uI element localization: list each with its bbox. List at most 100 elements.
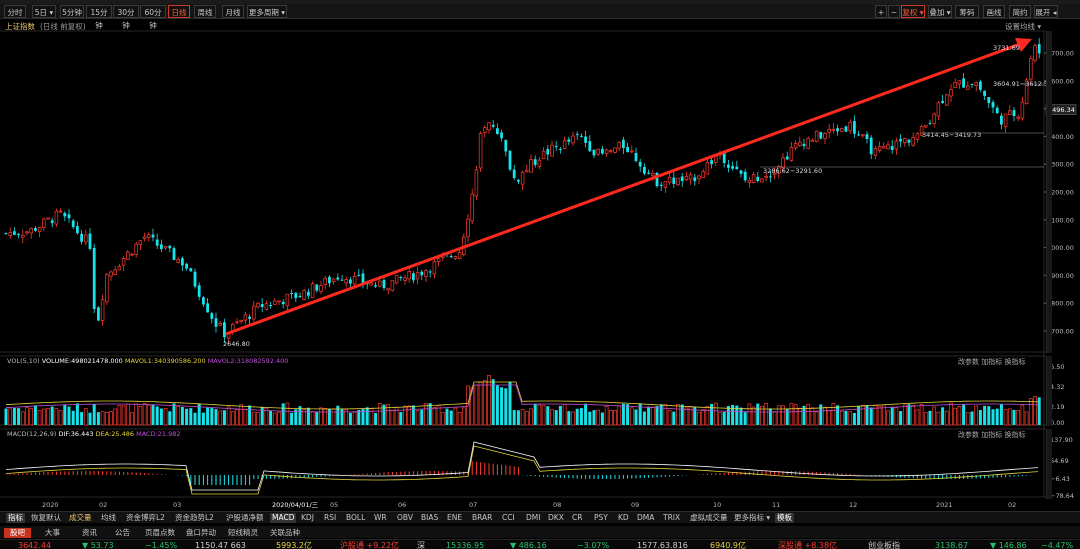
volume-bar <box>957 406 962 426</box>
indicator-tab[interactable]: BOLL <box>346 513 365 523</box>
chart-title: 上证指数 <box>5 22 35 31</box>
volume-bar <box>41 408 46 426</box>
macd-scrollbar[interactable] <box>1046 429 1052 499</box>
candle-body-up <box>58 210 63 213</box>
indicator-tab[interactable]: DMA <box>637 513 654 523</box>
indicator-tab[interactable]: KD <box>618 513 629 523</box>
candle-body-down <box>71 220 75 228</box>
indicator-tab[interactable]: KDJ <box>301 513 314 523</box>
volume-bar <box>113 408 118 426</box>
macd-actions[interactable]: 改参数 加指标 换指标 <box>958 430 1025 440</box>
indicator-tab[interactable]: 虚拟成交量 <box>690 513 728 523</box>
volume-bar <box>839 410 844 426</box>
price-scrollbar[interactable] <box>1046 31 1052 353</box>
macd-bar <box>34 472 36 475</box>
candle-body-down <box>412 273 415 281</box>
volume-bar <box>836 405 840 425</box>
indicator-tab[interactable]: WR <box>374 513 387 523</box>
time-axis-label: 10 <box>713 501 721 509</box>
candle-body-up <box>344 279 348 284</box>
indicator-tab[interactable]: 更多指标 ▾ <box>734 513 770 523</box>
indicator-tab[interactable]: 模板 <box>775 513 794 523</box>
indicator-tab[interactable]: MACD <box>270 513 297 523</box>
indicator-tab[interactable]: DMI <box>526 513 540 523</box>
indicator-tab[interactable]: 资金博弈L2 <box>126 513 165 523</box>
macd-bar <box>148 473 150 475</box>
info-tab[interactable]: 短线精灵 <box>228 528 258 538</box>
indicator-tab[interactable]: PSY <box>594 513 608 523</box>
info-tab[interactable]: 股吧 <box>4 528 31 538</box>
candle-body-down <box>899 138 902 142</box>
info-tab[interactable]: 大事 <box>45 528 60 538</box>
ma-settings-button[interactable]: 设置均线 ▾ <box>1005 21 1041 32</box>
volume-bar <box>33 405 37 425</box>
macd-bar <box>110 471 112 475</box>
macd-bar <box>102 471 104 475</box>
indicator-tab[interactable]: OBV <box>397 513 413 523</box>
indicator-tab[interactable]: DKX <box>548 513 564 523</box>
volume-scrollbar[interactable] <box>1046 356 1052 426</box>
macd-bar <box>81 471 83 475</box>
indicator-tab[interactable]: CR <box>572 513 582 523</box>
candle-body-up <box>814 130 819 142</box>
macd-bar <box>358 474 360 475</box>
volume-bar <box>823 406 827 426</box>
indicator-tab[interactable]: TRIX <box>663 513 680 523</box>
macd-bar <box>379 472 381 475</box>
candle-body-down <box>769 176 772 178</box>
indicator-tab[interactable]: 恢复默认 <box>31 513 61 523</box>
candle-body-up <box>176 259 180 263</box>
candle-body-up <box>697 175 701 180</box>
indicator-tab[interactable]: 均线 <box>101 513 116 523</box>
volume-bar <box>281 403 285 425</box>
indicator-tab[interactable]: ENE <box>447 513 462 523</box>
candle-body-down <box>197 285 201 297</box>
candle-body-down <box>584 136 587 143</box>
volume-actions[interactable]: 改参数 加指标 换指标 <box>958 357 1025 367</box>
volume-bar <box>88 412 92 425</box>
candle-body-up <box>949 89 953 97</box>
volume-bar <box>584 403 588 425</box>
price-range-label: 3286.62−3291.60 <box>763 167 822 175</box>
ticker-item: 1150.47 663 <box>195 541 246 549</box>
info-tab[interactable]: 公告 <box>115 528 130 538</box>
indicator-tab[interactable]: 资金趋势L2 <box>175 513 214 523</box>
candle-body-up <box>84 234 88 243</box>
indicator-tab[interactable]: 指标 <box>6 513 25 523</box>
macd-bar <box>719 472 721 475</box>
macd-bar <box>849 474 851 475</box>
macd-bar <box>307 475 309 478</box>
info-tab[interactable]: 资讯 <box>82 528 97 538</box>
volume-bar <box>1033 396 1037 426</box>
info-tab[interactable]: 关联品种 <box>270 528 300 538</box>
volume-bar <box>243 408 248 426</box>
kline-chart[interactable]: 3700.003600.003500.003400.003300.003200.… <box>0 0 1080 549</box>
volume-bar <box>151 404 155 425</box>
candle-body-down <box>202 297 205 305</box>
indicator-tab[interactable]: 沪股通净额 <box>226 513 264 523</box>
macd-bar <box>870 475 872 476</box>
candle-body-up <box>46 217 50 220</box>
volume-bar <box>512 410 516 425</box>
candle-body-up <box>550 144 554 157</box>
candle-body-down <box>580 135 583 137</box>
indicator-tab[interactable]: BRAR <box>472 513 492 523</box>
macd-bar <box>370 473 372 475</box>
volume-bar <box>80 412 84 425</box>
macd-bar <box>383 472 385 475</box>
candle-body-up <box>915 133 920 140</box>
candle-body-up <box>877 146 882 152</box>
volume-bar <box>474 384 479 426</box>
macd-bar <box>706 473 708 475</box>
info-tab[interactable]: 页眉点数 <box>145 528 175 538</box>
info-tab[interactable]: 盘口异动 <box>186 528 216 538</box>
macd-bar <box>202 475 204 485</box>
indicator-tab[interactable]: CCI <box>502 513 515 523</box>
volume-bar <box>965 412 970 426</box>
indicator-tab[interactable]: BIAS <box>421 513 438 523</box>
macd-bar <box>51 471 53 475</box>
index-ticker: 3642.44 ▼ 53.73 −1.45% 1150.47 663 5993.2亿 沪股… <box>0 539 1080 549</box>
volume-bar <box>487 375 491 426</box>
indicator-tab[interactable]: 成交量 <box>69 513 92 523</box>
indicator-tab[interactable]: RSI <box>324 513 336 523</box>
